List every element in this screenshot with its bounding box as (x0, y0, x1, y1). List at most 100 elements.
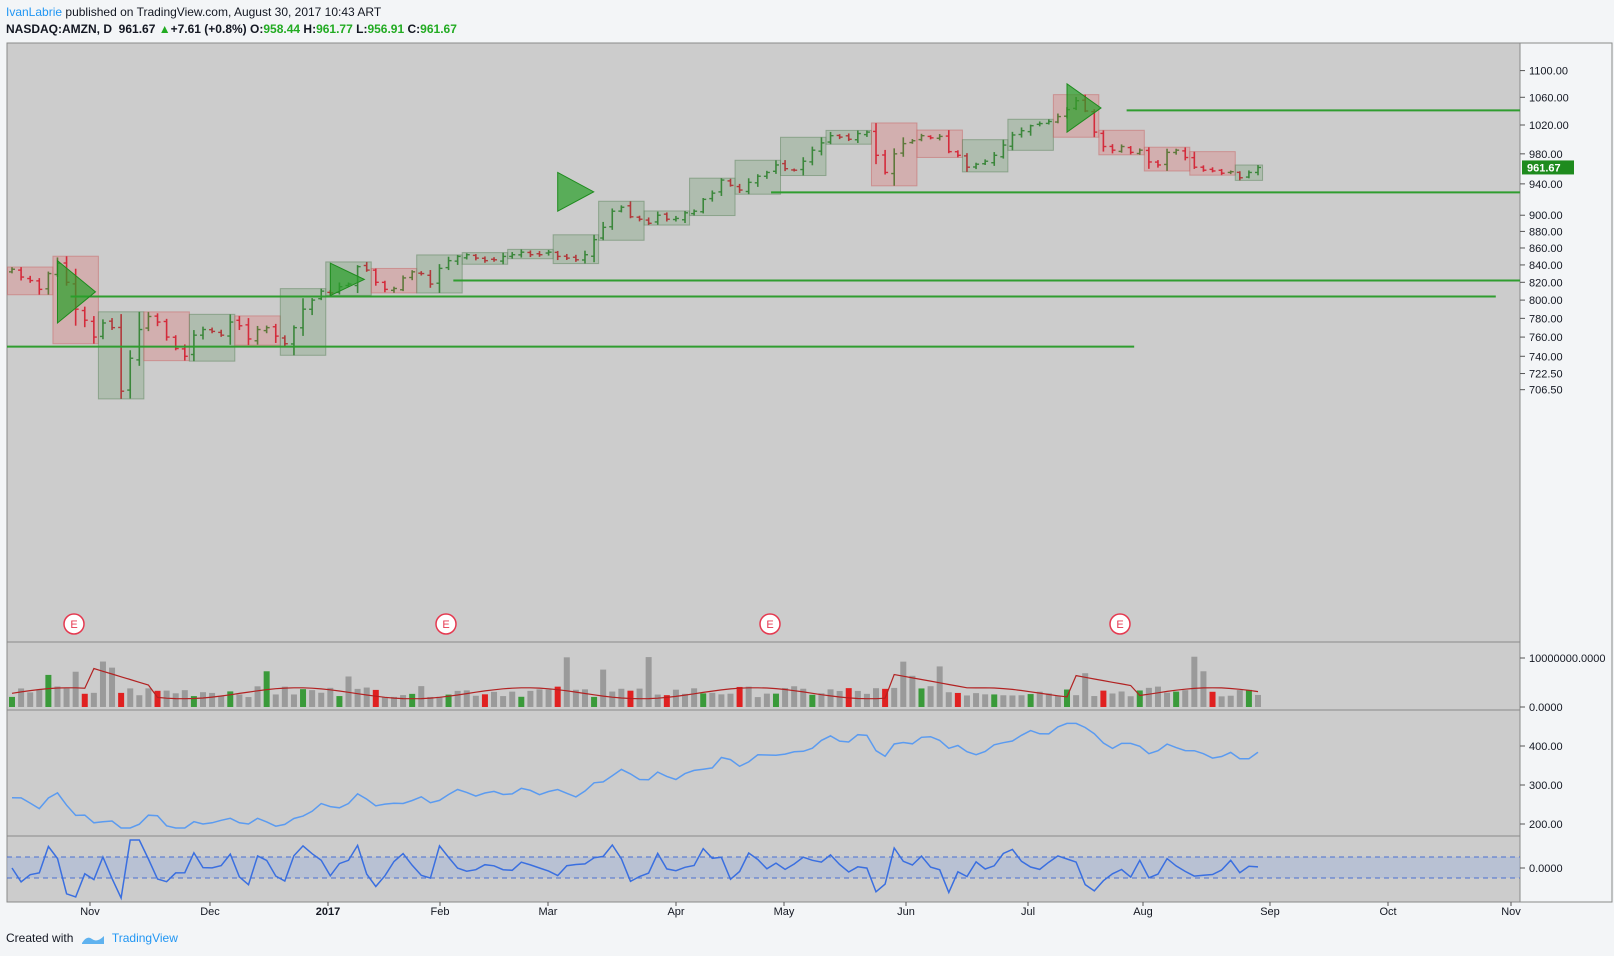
volume-bar (209, 692, 216, 707)
volume-bar (863, 693, 870, 707)
volume-bar (1227, 695, 1234, 707)
volume-pane (6, 641, 1521, 711)
volume-tick-label: 0.0000 (1529, 702, 1563, 714)
range-box (279, 288, 327, 356)
volume-bar (727, 693, 734, 707)
earnings-badge-label: E (70, 619, 77, 631)
volume-bar (99, 661, 106, 707)
range-box (143, 311, 190, 362)
volume-bar (1018, 695, 1025, 707)
volume-bar (36, 689, 43, 707)
volume-bar (736, 686, 743, 707)
range-box (598, 200, 645, 241)
range-box (916, 129, 963, 158)
chart-canvas[interactable]: 1100.00 1060.00 1020.00 980.00 940.00 900.00 8… (0, 0, 1614, 956)
volume-bar (827, 689, 834, 707)
last-price-label: 961.67 (1527, 162, 1561, 174)
volume-bar (290, 694, 297, 707)
range-box (234, 315, 281, 346)
range-box (643, 210, 691, 226)
volume-bar (545, 689, 552, 707)
volume-bar (381, 697, 388, 707)
price-tick-label: 940.00 (1529, 179, 1563, 191)
volume-bar (791, 686, 798, 707)
created-with-text: Created with (6, 931, 74, 945)
volume-bar (1173, 691, 1180, 707)
range-box (689, 177, 736, 217)
volume-bar (1236, 690, 1243, 707)
volume-bar (1009, 695, 1016, 707)
x-tick-label: May (774, 906, 795, 918)
volume-bar (1255, 694, 1261, 707)
range-box (780, 136, 827, 177)
volume-bar (763, 693, 770, 707)
volume-bar (54, 686, 61, 707)
range-box (6, 266, 54, 296)
volume-bar (472, 695, 479, 707)
volume-bar (873, 688, 880, 707)
earnings-badge-label: E (766, 619, 773, 631)
volume-bar (127, 688, 134, 707)
footer: Created with TradingView (6, 931, 178, 946)
volume-bar (836, 690, 843, 707)
volume-bar (927, 686, 934, 707)
volume-bar (591, 696, 598, 707)
x-tick-label: Sep (1260, 906, 1280, 918)
x-tick-label: Mar (539, 906, 558, 918)
volume-bar (600, 669, 607, 707)
volume-bar (1218, 696, 1225, 707)
volume-bar (199, 692, 206, 707)
volume-bar (891, 687, 898, 707)
volume-bar (72, 671, 79, 707)
volume-bar (700, 693, 707, 707)
range-box (552, 234, 600, 265)
earnings-badge-label: E (442, 619, 449, 631)
price-tick-label: 1100.00 (1529, 66, 1568, 78)
volume-bar (509, 691, 516, 707)
volume-bar (1154, 686, 1161, 707)
earnings-badge: E (63, 613, 85, 635)
price-tick-label: 860.00 (1529, 243, 1563, 255)
earnings-badge-label: E (1116, 619, 1123, 631)
volume-bar (1073, 695, 1080, 707)
volume-bar (227, 691, 234, 707)
volume-bar (491, 691, 498, 707)
volume-bar (154, 690, 161, 707)
price-tick-label: 800.00 (1529, 295, 1563, 307)
volume-bar (527, 690, 534, 707)
price-tick-label: 840.00 (1529, 260, 1563, 272)
volume-bar (1145, 687, 1152, 707)
volume-bar (991, 694, 998, 707)
volume-bar (136, 695, 143, 707)
volume-bar (1118, 691, 1125, 707)
range-box (507, 248, 554, 260)
volume-bar (1164, 692, 1171, 707)
volume-bar (709, 692, 716, 707)
volume-bar (190, 696, 197, 707)
range-box (1143, 146, 1191, 172)
volume-bar (336, 696, 343, 707)
range-box (370, 267, 418, 294)
price-tick-label: 880.00 (1529, 226, 1563, 238)
volume-bar (1127, 696, 1134, 707)
volume-bar (1027, 694, 1034, 707)
volume-bar (90, 692, 97, 707)
volume-bar (754, 697, 761, 707)
earnings-badge: E (759, 613, 781, 635)
earnings-badge: E (435, 613, 457, 635)
volume-bar (409, 693, 416, 707)
tradingview-brand-link[interactable]: TradingView (112, 931, 178, 945)
price-tick-label: 706.50 (1529, 385, 1563, 397)
obv-tick-label: 400.00 (1529, 741, 1563, 753)
x-tick-label: Nov (80, 906, 100, 918)
volume-bar (9, 696, 15, 707)
volume-bar (900, 661, 907, 707)
volume-bar (909, 675, 916, 707)
volume-bar (1191, 656, 1198, 707)
volume-bar (400, 695, 407, 707)
volume-bar (45, 674, 52, 707)
volume-bar (1000, 695, 1007, 707)
volume-bar (1182, 690, 1189, 707)
range-box (1098, 129, 1145, 156)
volume-bar (1054, 695, 1061, 707)
